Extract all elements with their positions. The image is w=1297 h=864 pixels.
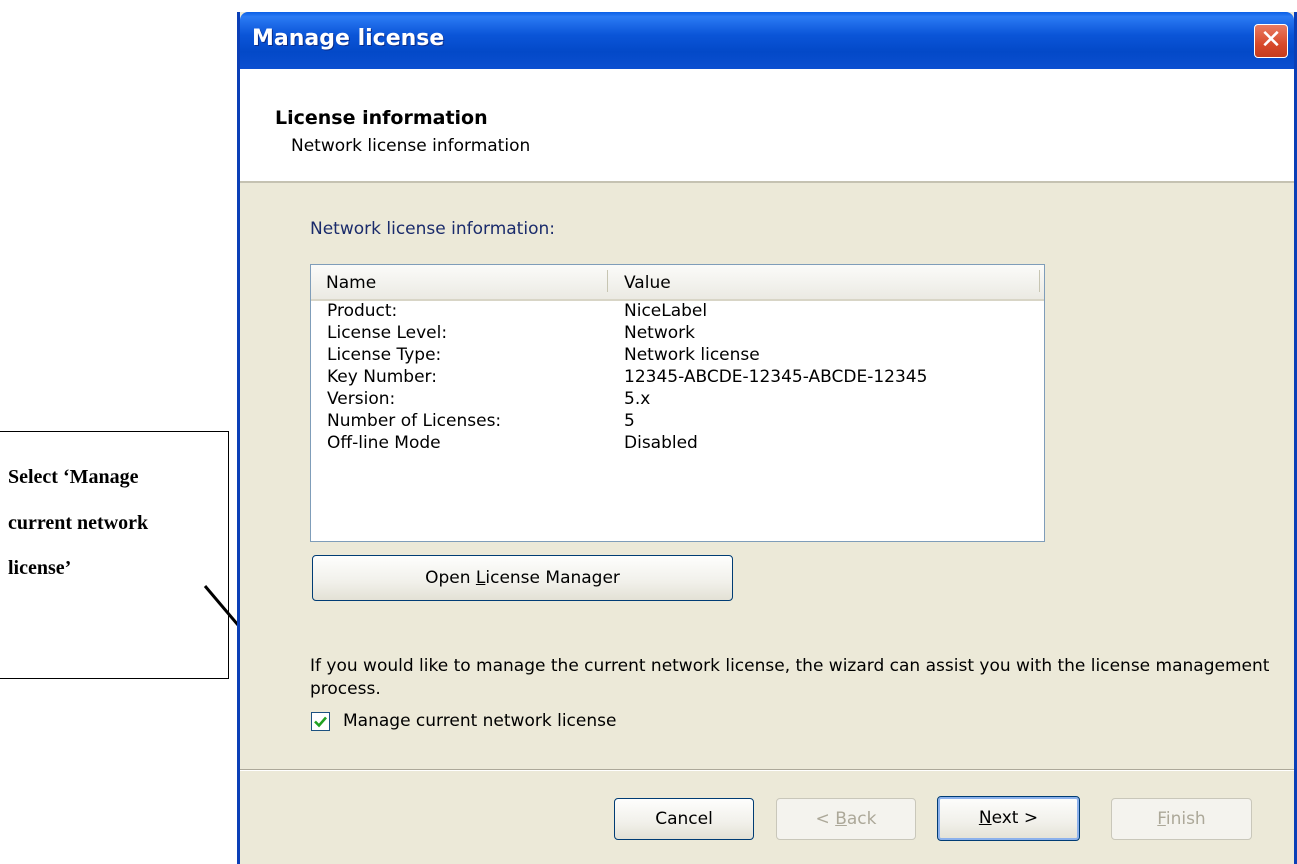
- row-name: License Level:: [327, 323, 448, 343]
- page-subtitle: Network license information: [291, 136, 531, 156]
- list-row[interactable]: Key Number: 12345-ABCDE-12345-ABCDE-12345: [311, 367, 1044, 389]
- button-hotkey: F: [1157, 809, 1166, 829]
- button-hotkey: L: [475, 568, 486, 588]
- list-row[interactable]: Version: 5.x: [311, 389, 1044, 411]
- footer-divider: [240, 769, 1294, 771]
- row-name: Version:: [327, 389, 396, 409]
- column-header-name[interactable]: Name: [326, 273, 376, 293]
- annotation-line-2: current network: [8, 512, 149, 534]
- button-label-suffix: ext >: [991, 808, 1039, 828]
- button-hotkey: N: [978, 808, 992, 828]
- row-value: Disabled: [624, 433, 698, 453]
- row-value: 5.x: [624, 389, 651, 409]
- manage-license-dialog: Manage license ✕ License information Net…: [237, 12, 1297, 864]
- annotation-line-3: license’: [8, 557, 72, 579]
- annotation-line-1: Select ‘Manage: [8, 466, 139, 488]
- button-label-suffix: icense Manager: [485, 568, 620, 588]
- list-row[interactable]: Off-line Mode Disabled: [311, 433, 1044, 455]
- list-row[interactable]: Product: NiceLabel: [311, 301, 1044, 323]
- list-row[interactable]: Number of Licenses: 5: [311, 411, 1044, 433]
- row-name: License Type:: [327, 345, 442, 365]
- license-info-list[interactable]: Name Value Product: NiceLabel License Lev…: [310, 264, 1045, 542]
- manage-license-checkbox[interactable]: [311, 712, 330, 731]
- window-title: Manage license: [252, 26, 445, 51]
- cancel-button[interactable]: Cancel: [614, 798, 754, 840]
- row-value: NiceLabel: [624, 301, 708, 321]
- column-divider[interactable]: [607, 270, 608, 292]
- list-header: Name Value: [311, 265, 1044, 301]
- page-title: License information: [275, 107, 488, 129]
- row-value: Network: [624, 323, 695, 343]
- button-label-prefix: Open: [425, 568, 476, 588]
- row-name: Off-line Mode: [327, 433, 441, 453]
- list-row[interactable]: License Type: Network license: [311, 345, 1044, 367]
- row-name: Product:: [327, 301, 398, 321]
- back-button[interactable]: < Back: [776, 798, 916, 840]
- next-button[interactable]: Next >: [937, 796, 1080, 841]
- close-icon: ✕: [1260, 25, 1282, 55]
- title-bar[interactable]: Manage license ✕: [240, 12, 1294, 69]
- column-header-value[interactable]: Value: [624, 273, 671, 293]
- wizard-header: License information Network license info…: [240, 69, 1294, 183]
- column-divider[interactable]: [1039, 270, 1040, 292]
- button-label-suffix: ack: [846, 809, 877, 829]
- button-label-prefix: <: [815, 809, 836, 829]
- button-label-suffix: inish: [1165, 809, 1206, 829]
- open-license-manager-button[interactable]: Open License Manager: [312, 555, 733, 601]
- section-label: Network license information:: [310, 219, 555, 239]
- row-value: Network license: [624, 345, 760, 365]
- annotation-callout: Select ‘Manage current network license’: [0, 431, 229, 679]
- checkmark-icon: [314, 716, 327, 728]
- list-row[interactable]: License Level: Network: [311, 323, 1044, 345]
- close-button[interactable]: ✕: [1254, 24, 1288, 58]
- row-name: Key Number:: [327, 367, 437, 387]
- finish-button[interactable]: Finish: [1111, 798, 1252, 840]
- info-text: If you would like to manage the current …: [310, 656, 1270, 699]
- row-value: 12345-ABCDE-12345-ABCDE-12345: [624, 367, 928, 387]
- manage-license-checkbox-label[interactable]: Manage current network license: [343, 711, 616, 731]
- cancel-label: Cancel: [655, 809, 713, 829]
- row-value: 5: [624, 411, 635, 431]
- row-name: Number of Licenses:: [327, 411, 502, 431]
- button-hotkey: B: [835, 809, 847, 829]
